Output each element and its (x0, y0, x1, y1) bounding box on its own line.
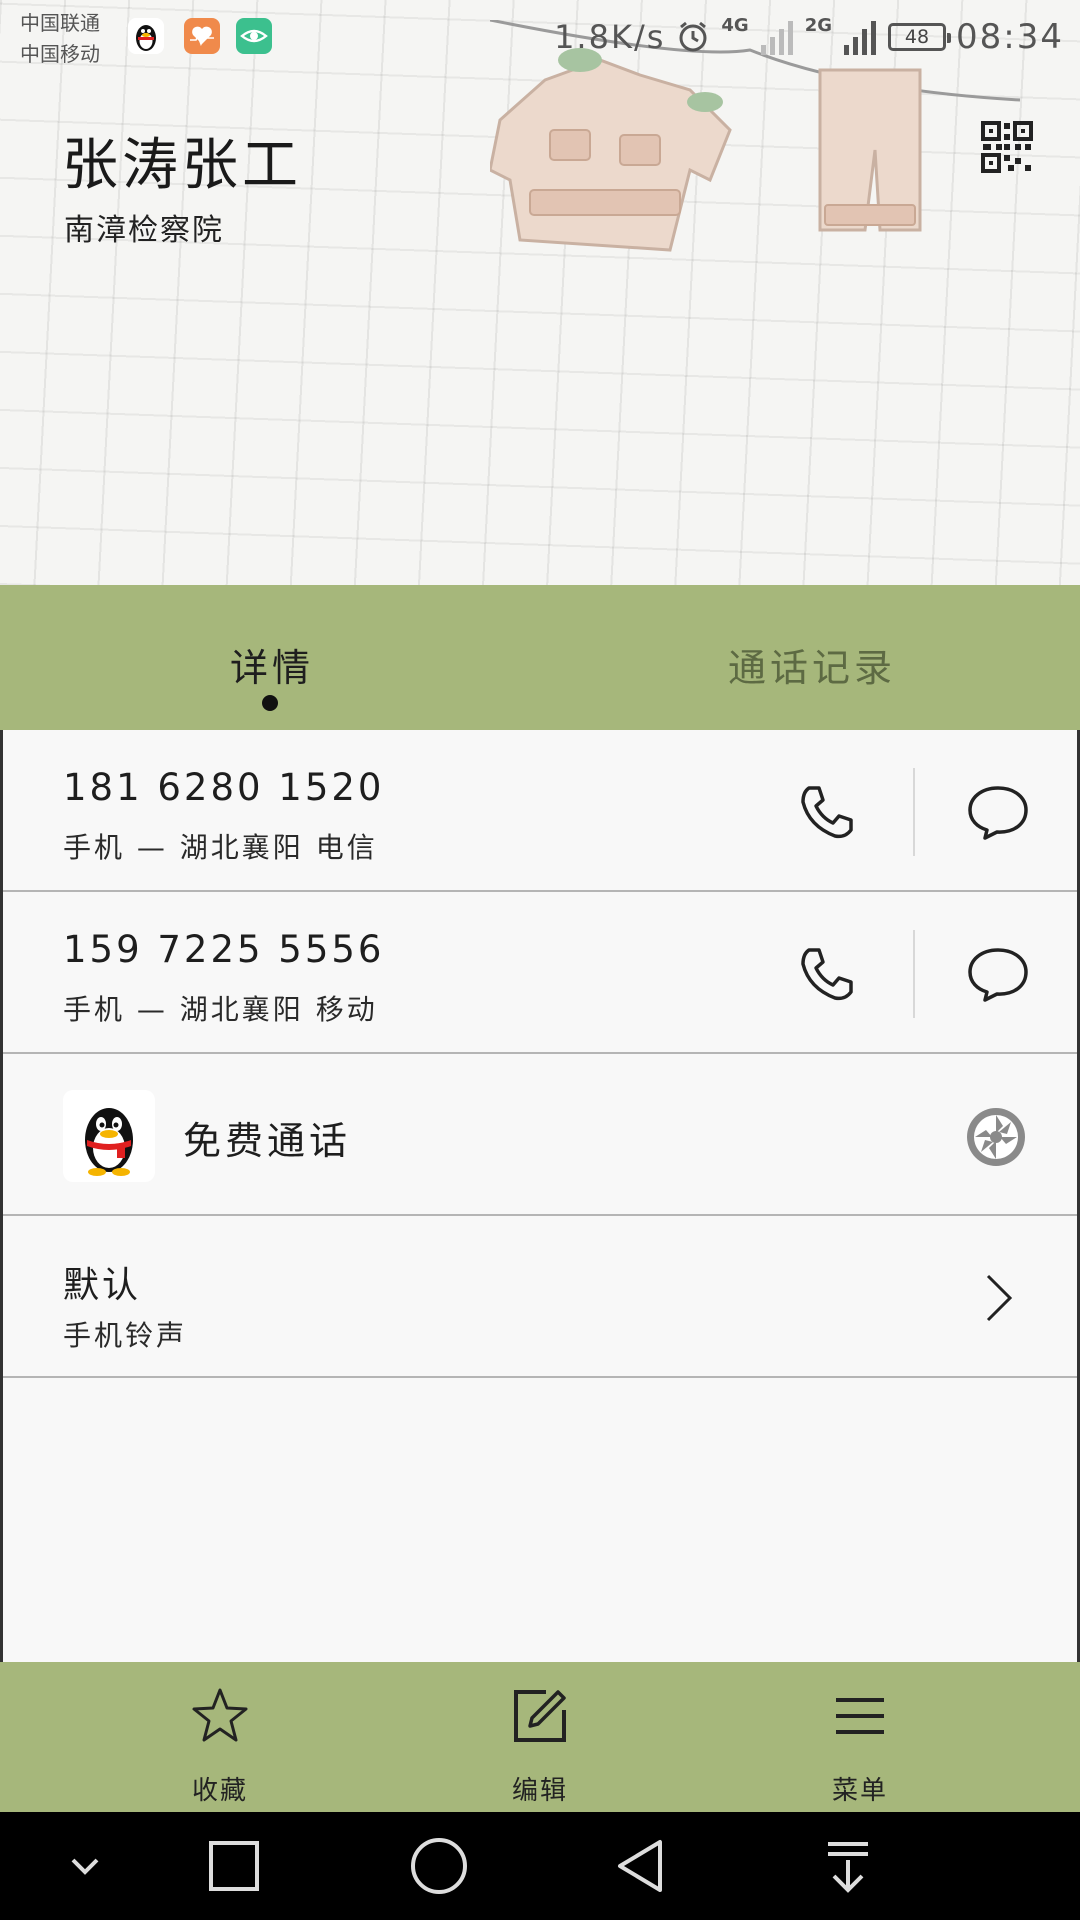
phone-icon[interactable] (795, 780, 859, 844)
edit-icon (514, 1690, 566, 1742)
carrier-2: 中国移动 (20, 42, 100, 66)
system-nav-bar (0, 1812, 1080, 1920)
edit-label: 编辑 (511, 1776, 568, 1806)
tab-bar: 详情 通话记录 (0, 585, 1080, 730)
signal-2-label: 2G (804, 14, 833, 36)
carrier-1: 中国联通 (20, 11, 100, 35)
home-circle-icon[interactable] (407, 1838, 471, 1894)
signal-1-label: 4G (721, 14, 749, 36)
menu-icon (836, 1698, 884, 1734)
action-bar: 收藏 编辑 菜单 (0, 1662, 1080, 1812)
eye-care-icon (236, 18, 272, 54)
star-icon (192, 1688, 248, 1742)
tab-details[interactable]: 详情 (230, 637, 314, 692)
chevron-right-icon[interactable] (978, 1268, 1018, 1328)
qr-code-icon[interactable] (980, 120, 1034, 174)
divider (913, 930, 915, 1018)
net-speed: 1.8K/s (554, 18, 666, 56)
alarm-icon (679, 21, 707, 52)
free-call-row[interactable]: 免费通话 (3, 1054, 1077, 1216)
menu-label: 菜单 (831, 1776, 888, 1806)
phone-number-row[interactable]: 159 7225 5556 手机 — 湖北襄阳 移动 (3, 892, 1077, 1054)
phone-number: 159 7225 5556 (63, 928, 385, 971)
tab-call-log[interactable]: 通话记录 (728, 637, 896, 692)
free-call-label: 免费通话 (183, 1119, 352, 1163)
qq-icon (128, 18, 164, 54)
qq-penguin-icon (63, 1090, 155, 1182)
phone-icon[interactable] (795, 942, 859, 1006)
menu-button[interactable]: 菜单 (790, 1686, 930, 1806)
ringtone-title: 默认 (63, 1265, 142, 1306)
ringtone-subtitle: 手机铃声 (63, 1319, 188, 1352)
battery-indicator: 48 (888, 23, 952, 51)
phone-number-description: 手机 — 湖北襄阳 移动 (63, 993, 378, 1026)
carrier-names: 中国联通 中国移动 (20, 8, 100, 70)
recents-square-icon[interactable] (204, 1838, 264, 1894)
status-indicators: 1.8K/s 4G 2G 48 08:34 (554, 12, 1064, 62)
contact-header: 中国联通 中国移动 1.8K/s 4G 2G 48 08:34 张涛张工 南漳检… (0, 0, 1080, 585)
shutter-icon[interactable] (965, 1106, 1027, 1168)
back-triangle-icon[interactable] (612, 1838, 672, 1894)
battery-level: 48 (904, 26, 930, 48)
favorite-button[interactable]: 收藏 (150, 1686, 290, 1806)
phone-number-row[interactable]: 181 6280 1520 手机 — 湖北襄阳 电信 (3, 730, 1077, 892)
detail-list: 181 6280 1520 手机 — 湖北襄阳 电信 159 7225 5556… (0, 730, 1080, 1662)
message-icon[interactable] (965, 944, 1031, 1004)
divider (913, 768, 915, 856)
contact-name: 张涛张工 (62, 133, 302, 198)
edit-button[interactable]: 编辑 (470, 1686, 610, 1806)
contact-organization: 南漳检察院 (64, 213, 224, 248)
tab-selected-indicator (262, 695, 278, 711)
signal-icon-1 (760, 21, 793, 55)
notification-pull-icon[interactable] (818, 1838, 878, 1894)
chevron-down-icon[interactable] (55, 1838, 115, 1894)
ringtone-row[interactable]: 默认 手机铃声 (3, 1216, 1077, 1378)
phone-number: 181 6280 1520 (63, 766, 385, 809)
phone-number-description: 手机 — 湖北襄阳 电信 (63, 831, 378, 864)
clock: 08:34 (956, 17, 1064, 57)
message-icon[interactable] (965, 782, 1031, 842)
favorite-label: 收藏 (191, 1776, 248, 1806)
signal-icon-2 (844, 21, 877, 55)
status-bar: 中国联通 中国移动 1.8K/s 4G 2G 48 08:34 (0, 0, 1080, 72)
health-icon (184, 18, 220, 54)
